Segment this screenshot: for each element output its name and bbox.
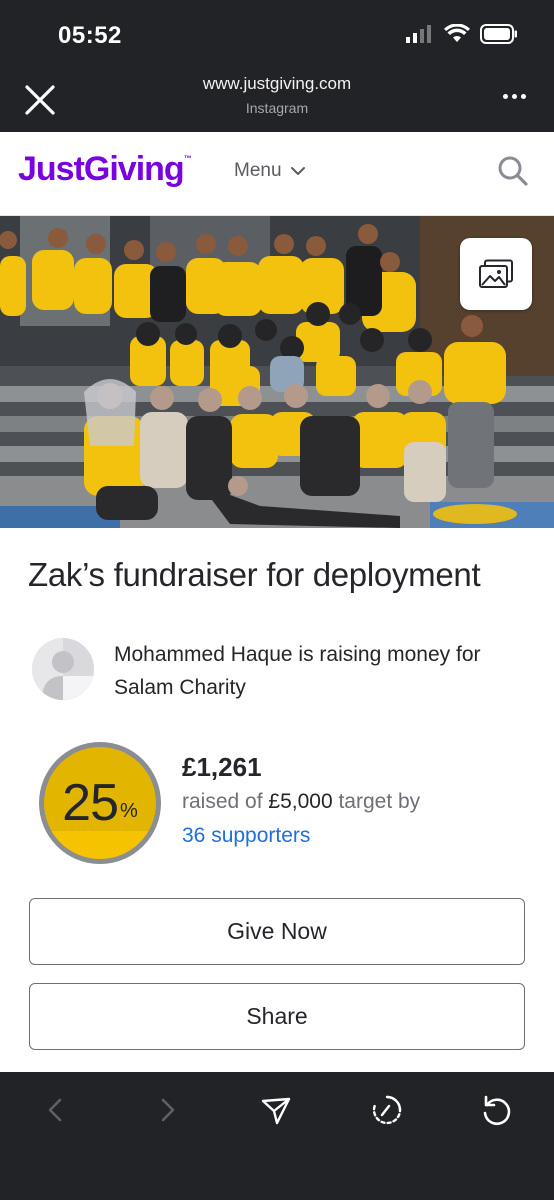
status-icons	[406, 24, 518, 44]
reload-button[interactable]	[472, 1086, 520, 1134]
cellular-signal-icon	[406, 25, 431, 43]
menu-label: Menu	[234, 160, 282, 181]
target-amount: £5,000	[268, 790, 333, 813]
more-dots-icon	[503, 94, 508, 99]
page-title: Zak’s fundraiser for deployment	[28, 556, 481, 593]
target-suffix: target by	[338, 790, 421, 813]
avatar	[32, 638, 94, 700]
image-gallery-icon	[479, 259, 513, 288]
logo-trademark: ™	[183, 154, 192, 163]
target-prefix: raised of	[182, 790, 263, 813]
more-options-button[interactable]	[503, 94, 526, 99]
battery-icon	[480, 24, 517, 44]
browser-top-bar: 05:52 www.justgiving.com Instagram	[0, 0, 554, 132]
history-button[interactable]	[363, 1086, 411, 1134]
justgiving-logo[interactable]: JustGiving™	[18, 150, 192, 189]
progress-percent: 25%	[36, 739, 164, 867]
forward-button[interactable]	[143, 1086, 191, 1134]
progress-percent-sign: %	[120, 799, 138, 822]
forward-icon	[161, 1098, 175, 1122]
progress-percent-value: 25	[62, 774, 119, 832]
page-url: www.justgiving.com	[202, 74, 352, 93]
site-header: JustGiving™ Menu	[0, 132, 554, 216]
status-time: 05:52	[58, 22, 122, 49]
search-icon	[498, 156, 528, 186]
search-button[interactable]	[496, 154, 530, 188]
source-app: Instagram	[245, 100, 309, 116]
supporters-link[interactable]: 36 supporters	[182, 824, 310, 848]
gallery-button[interactable]	[460, 238, 532, 310]
reload-icon	[483, 1095, 511, 1126]
organiser-text: Mohammed Haque is raising money for Sala…	[114, 643, 481, 699]
share-button[interactable]: Share	[29, 983, 525, 1050]
back-button[interactable]	[32, 1086, 80, 1134]
browser-bottom-toolbar	[0, 1072, 554, 1200]
default-avatar-icon	[32, 638, 94, 700]
send-button[interactable]	[252, 1086, 300, 1134]
back-icon	[48, 1098, 62, 1122]
raised-amount: £1,261	[182, 752, 262, 782]
hero-photo	[0, 216, 554, 528]
wifi-icon	[444, 24, 470, 42]
logo-text: JustGiving	[18, 150, 185, 188]
url-display: www.justgiving.com Instagram	[0, 74, 554, 116]
target-line: raised of £5,000 target by	[182, 790, 420, 814]
menu-button[interactable]: Menu	[234, 160, 306, 182]
chevron-down-icon	[290, 167, 305, 175]
send-icon	[261, 1097, 291, 1125]
history-icon	[372, 1095, 402, 1125]
give-now-button[interactable]: Give Now	[29, 898, 525, 965]
